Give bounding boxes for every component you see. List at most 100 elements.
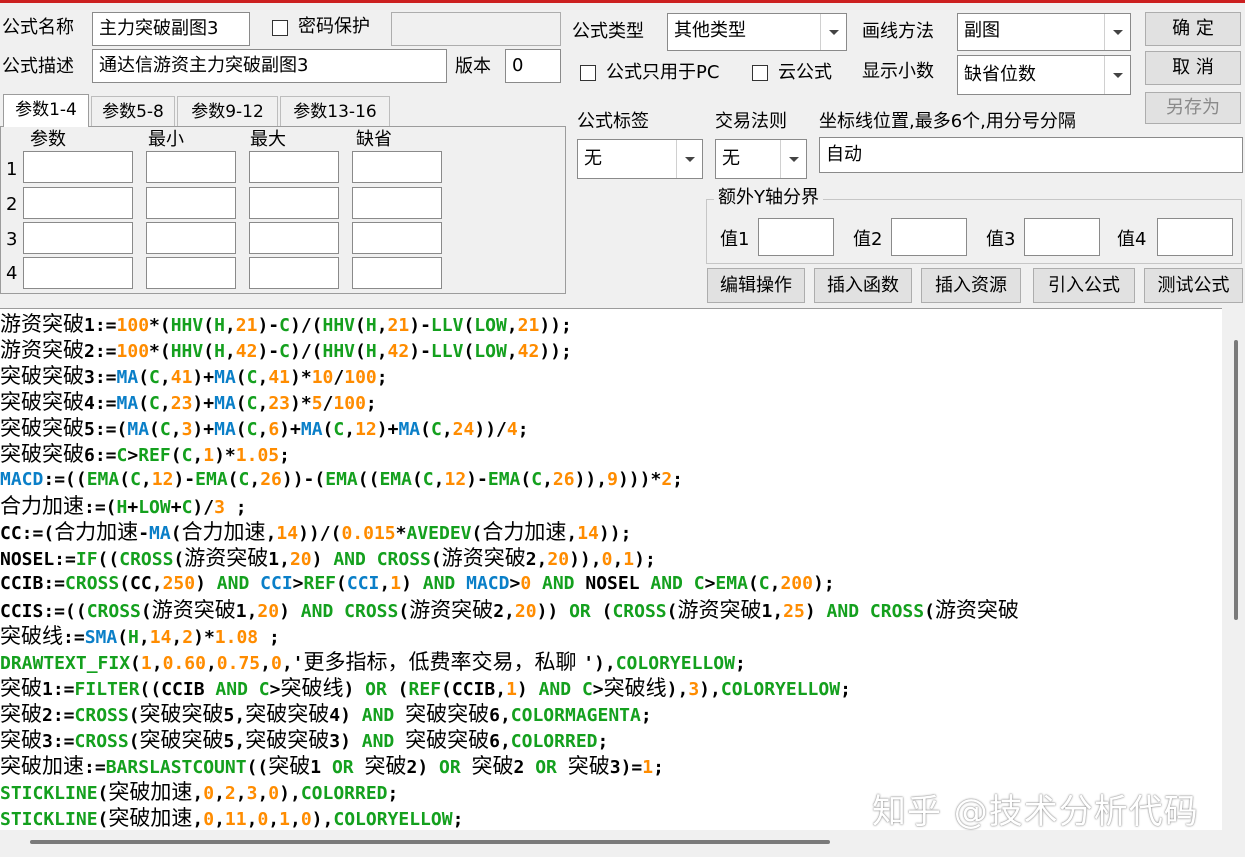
code-token: 突破 — [471, 754, 514, 778]
code-token: EMA — [86, 469, 120, 490]
code-token: ), — [279, 783, 301, 804]
code-token: , — [376, 315, 388, 336]
chevron-down-icon[interactable] — [820, 14, 846, 50]
version-input[interactable]: 0 — [505, 49, 561, 83]
chevron-down-icon[interactable] — [676, 140, 702, 178]
code-token: 1.08 — [214, 627, 259, 648]
param-4-max-input[interactable] — [249, 257, 339, 289]
code-token: ; — [258, 627, 280, 648]
code-token: ) — [401, 573, 423, 594]
code-token: :=( — [84, 497, 117, 518]
param-2-name-input[interactable] — [23, 187, 133, 219]
param-1-name-input[interactable] — [23, 151, 133, 183]
y-value-4-input[interactable] — [1157, 218, 1233, 256]
code-token: EMA — [325, 469, 358, 490]
param-2-max-input[interactable] — [249, 187, 339, 219]
code-token: 1 — [310, 757, 332, 778]
trade-rule-select[interactable]: 无 — [715, 139, 807, 179]
code-token: > — [292, 573, 304, 594]
password-checkbox[interactable] — [272, 20, 288, 36]
param-1-min-input[interactable] — [146, 151, 236, 183]
draw-method-select[interactable]: 副图 — [957, 13, 1131, 51]
param-4-default-input[interactable] — [352, 257, 442, 289]
formula-tag-select[interactable]: 无 — [577, 139, 703, 179]
param-2-min-input[interactable] — [146, 187, 236, 219]
code-token: ), — [311, 809, 334, 830]
code-token: , — [257, 367, 269, 388]
param-3-default-input[interactable] — [352, 222, 442, 254]
code-token: )* — [193, 627, 215, 648]
edit-ops-button[interactable]: 编辑操作 — [707, 268, 805, 303]
pc-only-checkbox[interactable] — [580, 65, 596, 81]
code-line: 突破3:=CROSS(突破突破5,突破突破3) AND 突破突破6,COLORR… — [0, 727, 1222, 753]
code-token: := — [84, 757, 106, 778]
formula-desc-input[interactable]: 通达信游资主力突破副图3 — [92, 49, 447, 83]
cloud-checkbox[interactable] — [752, 65, 768, 81]
code-token: 4) — [329, 705, 362, 726]
insert-function-button[interactable]: 插入函数 — [814, 268, 912, 303]
code-token: 0 — [203, 809, 215, 830]
code-token: OR — [439, 757, 461, 778]
param-4-name-input[interactable] — [23, 257, 133, 289]
code-token: :=(( — [43, 469, 87, 490]
param-3-min-input[interactable] — [146, 222, 236, 254]
save-as-button[interactable]: 另存为 — [1145, 92, 1241, 124]
vertical-scroll-thumb[interactable] — [1234, 340, 1238, 620]
pc-only-label: 公式只用于PC — [606, 62, 720, 83]
param-4-min-input[interactable] — [146, 257, 236, 289]
code-token: )/( — [289, 341, 323, 362]
y-value-2-input[interactable] — [891, 218, 967, 256]
tab-params-13-16[interactable]: 参数13-16 — [280, 96, 390, 127]
formula-name-input[interactable]: 主力突破副图3 — [92, 12, 250, 46]
tab-params-9-12[interactable]: 参数9-12 — [177, 96, 278, 127]
chevron-down-icon[interactable] — [1104, 14, 1130, 50]
chevron-down-icon[interactable] — [1104, 56, 1130, 94]
axis-position-input[interactable]: 自动 — [819, 137, 1243, 173]
y-value-1-input[interactable] — [758, 218, 834, 256]
code-token: , — [159, 393, 171, 414]
chevron-down-icon[interactable] — [780, 140, 806, 178]
code-token: EMA — [195, 469, 228, 490]
insert-resource-button[interactable]: 插入资源 — [921, 268, 1021, 303]
y-value-3-input[interactable] — [1024, 218, 1100, 256]
cancel-button[interactable]: 取 消 — [1145, 51, 1241, 85]
param-3-max-input[interactable] — [249, 222, 339, 254]
formula-type-select[interactable]: 其他类型 — [667, 13, 847, 51]
code-token: DRAWTEXT_FIX — [0, 653, 131, 674]
code-token: HHV — [170, 315, 204, 336]
code-token: LOW — [474, 341, 507, 362]
param-header-name: 参数 — [30, 129, 66, 150]
param-1-default-input[interactable] — [352, 151, 442, 183]
param-3-name-input[interactable] — [23, 222, 133, 254]
param-1-max-input[interactable] — [249, 151, 339, 183]
code-editor[interactable]: 游资突破1:=100*(HHV(H,21)-C)/(HHV(H,21)-LLV(… — [0, 308, 1222, 830]
code-token: H — [214, 341, 225, 362]
code-token: ( — [430, 549, 442, 570]
test-formula-button[interactable]: 测试公式 — [1144, 268, 1243, 303]
horizontal-scroll-thumb[interactable] — [30, 840, 830, 844]
code-line: CCIB:=CROSS(CC,250) AND CCI>REF(CCI,1) A… — [0, 571, 1222, 597]
y-boundary-title: 额外Y轴分界 — [714, 186, 823, 210]
code-token: 1 — [642, 757, 654, 778]
import-formula-button[interactable]: 引入公式 — [1033, 268, 1135, 303]
code-token: ; — [734, 653, 746, 674]
code-token: 突破 — [567, 754, 610, 778]
code-token: , — [268, 809, 280, 830]
ok-button[interactable]: 确 定 — [1145, 12, 1241, 46]
decimals-select[interactable]: 缺省位数 — [957, 55, 1131, 95]
param-2-default-input[interactable] — [352, 187, 442, 219]
code-token: OR — [331, 757, 354, 778]
code-token: , — [224, 315, 236, 336]
code-token: 6, — [489, 731, 511, 752]
code-token: ( — [924, 601, 935, 622]
code-token: MA — [214, 393, 236, 414]
code-token: 6 — [268, 419, 280, 440]
code-token: C — [422, 469, 434, 490]
formula-desc-label: 公式描述 — [2, 56, 74, 77]
tab-params-1-4[interactable]: 参数1-4 — [3, 94, 89, 127]
tab-params-5-8[interactable]: 参数5-8 — [91, 96, 175, 127]
